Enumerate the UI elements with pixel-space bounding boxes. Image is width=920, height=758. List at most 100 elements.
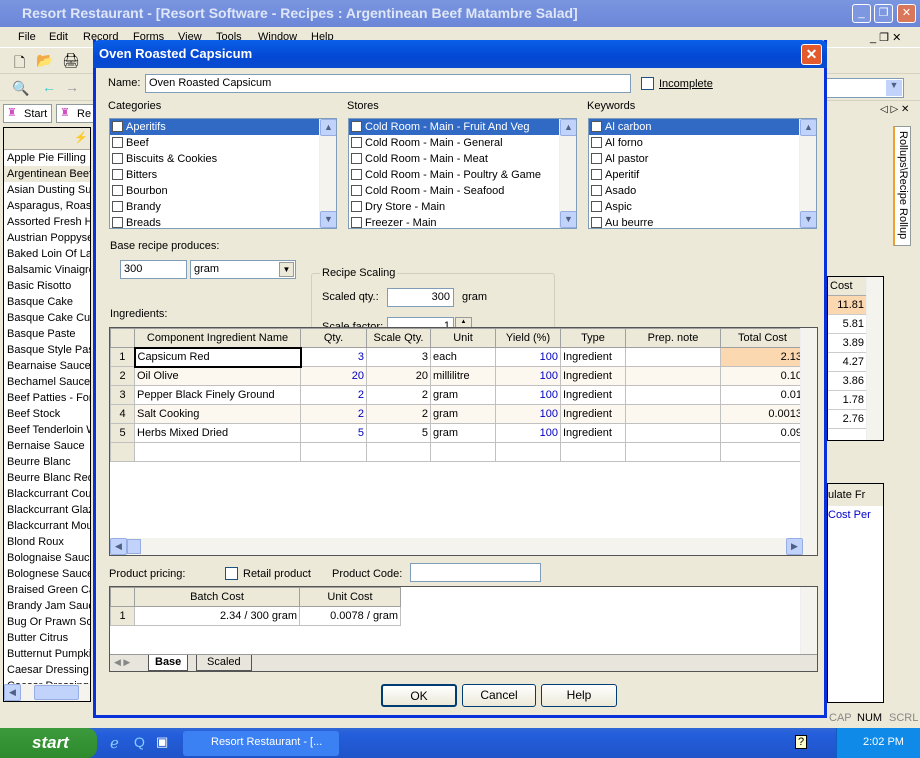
pricing-cell[interactable]: 0.0078 / gram: [299, 606, 401, 626]
ingredient-cell[interactable]: [560, 442, 626, 462]
print-icon[interactable]: 🖨: [62, 52, 80, 69]
recipe-list-item[interactable]: Argentinean Beef: [4, 166, 90, 182]
recipe-list-item[interactable]: Basque Cake Cus: [4, 310, 90, 326]
checkbox[interactable]: [351, 153, 362, 164]
scroll-down-button[interactable]: ▼: [800, 211, 816, 228]
ingredient-cell[interactable]: 100: [495, 347, 561, 367]
scroll-left-button[interactable]: ◀: [110, 538, 127, 555]
ingredient-cell[interactable]: 2: [300, 404, 367, 424]
scroll-thumb[interactable]: [127, 539, 141, 554]
rollup-scrollbar[interactable]: [866, 277, 883, 440]
pricing-cell[interactable]: 2.34 / 300 gram: [134, 606, 300, 626]
cost-per-link[interactable]: Cost Per: [828, 506, 883, 521]
ingredient-cell[interactable]: 2: [366, 404, 431, 424]
stores-scrollbar[interactable]: ▲ ▼: [559, 119, 576, 228]
recipe-list-item[interactable]: Beurre Blanc: [4, 454, 90, 470]
keywords-item[interactable]: Al carbon: [589, 119, 816, 135]
column-header[interactable]: Yield (%): [495, 328, 561, 348]
recipe-list-item[interactable]: Bolognese Sauce: [4, 566, 90, 582]
stores-list[interactable]: Cold Room - Main - Fruit And Veg Cold Roo…: [348, 118, 577, 229]
ingredient-cell[interactable]: 5: [366, 423, 431, 443]
recipe-list-item[interactable]: Caesar Dressing: [4, 662, 90, 678]
scroll-up-button[interactable]: ▲: [800, 119, 816, 136]
checkbox[interactable]: [591, 201, 602, 212]
ingredient-cell[interactable]: [625, 442, 721, 462]
dialog-close-button[interactable]: ✕: [801, 44, 822, 65]
categories-item[interactable]: Bitters: [110, 167, 336, 183]
product-code-input[interactable]: [410, 563, 541, 582]
stores-item[interactable]: Cold Room - Main - Fruit And Veg: [349, 119, 576, 135]
ingredient-cell[interactable]: 2: [300, 385, 367, 405]
column-header[interactable]: Scale Qty.: [366, 328, 431, 348]
ingredient-cell[interactable]: 2: [366, 385, 431, 405]
recipe-list-item[interactable]: Basque Cake: [4, 294, 90, 310]
pricing-vscroll[interactable]: [800, 587, 817, 655]
mdi-controls[interactable]: _ ❐ ✕: [870, 31, 901, 44]
stores-item[interactable]: Freezer - Main: [349, 215, 576, 228]
ingredient-cell[interactable]: 5: [300, 423, 367, 443]
ingredient-cell[interactable]: 20: [366, 366, 431, 386]
recipe-list-item[interactable]: Beef Patties - For: [4, 390, 90, 406]
new-icon[interactable]: 🗋: [14, 52, 25, 76]
recipe-list-item[interactable]: Braised Green Cab: [4, 582, 90, 598]
ingredient-cell[interactable]: millilitre: [430, 366, 496, 386]
column-header[interactable]: Qty.: [300, 328, 367, 348]
dock-tab-rollup[interactable]: Rollups\Recipe Rollup: [893, 126, 911, 246]
recipe-list-item[interactable]: Blond Roux: [4, 534, 90, 550]
ingredient-cell[interactable]: 100: [495, 366, 561, 386]
ingredient-cell[interactable]: Capsicum Red: [133, 346, 302, 368]
recipe-list-item[interactable]: Butter Citrus: [4, 630, 90, 646]
ingredient-row[interactable]: 4 Salt Cooking 2 2 gram 100 Ingredient 0.0013: [110, 404, 805, 424]
tab-start[interactable]: ♜ Start: [3, 104, 53, 123]
column-header[interactable]: Unit: [430, 328, 496, 348]
ingredient-cell[interactable]: [625, 347, 721, 367]
ingredient-cell[interactable]: [625, 404, 721, 424]
stores-item[interactable]: Cold Room - Main - General: [349, 135, 576, 151]
column-header[interactable]: Prep. note: [625, 328, 721, 348]
help-tray-icon[interactable]: ?: [795, 735, 808, 749]
keywords-item[interactable]: Aspic: [589, 199, 816, 215]
cancel-button[interactable]: Cancel: [462, 684, 536, 707]
categories-item[interactable]: Biscuits & Cookies: [110, 151, 336, 167]
ingredient-cell[interactable]: [300, 442, 367, 462]
recipe-list-item[interactable]: Butternut Pumpkin: [4, 646, 90, 662]
column-header[interactable]: Total Cost: [720, 328, 805, 348]
ingredient-cell[interactable]: [720, 442, 805, 462]
categories-item[interactable]: Brandy: [110, 199, 336, 215]
recipe-list-item[interactable]: Bechamel Sauce: [4, 374, 90, 390]
pricing-grid[interactable]: Batch Cost Unit Cost 1 2.34 / 300 gram 0.007…: [109, 586, 818, 672]
ingredient-cell[interactable]: Pepper Black Finely Ground: [134, 385, 301, 405]
scroll-down-button[interactable]: ▼: [560, 211, 576, 228]
checkbox[interactable]: [112, 137, 123, 148]
ingredient-cell[interactable]: Ingredient: [560, 385, 626, 405]
checkbox[interactable]: [591, 137, 602, 148]
stores-item[interactable]: Cold Room - Main - Poultry & Game: [349, 167, 576, 183]
checkbox[interactable]: [351, 137, 362, 148]
search-icon[interactable]: Q: [134, 734, 145, 750]
ingredients-vscroll[interactable]: [800, 328, 817, 539]
recipe-list-item[interactable]: Beef Stock: [4, 406, 90, 422]
ingredient-cell[interactable]: 20: [300, 366, 367, 386]
checkbox[interactable]: [112, 185, 123, 196]
checkbox[interactable]: [351, 217, 362, 228]
scroll-right-button[interactable]: ▶: [786, 538, 803, 555]
start-button[interactable]: start: [0, 728, 97, 758]
ingredient-cell[interactable]: Salt Cooking: [134, 404, 301, 424]
filter-icon[interactable]: ⚡: [74, 131, 88, 144]
recipe-list-item[interactable]: Bolognaise Sauce: [4, 550, 90, 566]
checkbox[interactable]: [591, 121, 602, 132]
ingredient-cell[interactable]: [366, 442, 431, 462]
recipe-list-item[interactable]: Beef Tenderloin W: [4, 422, 90, 438]
checkbox[interactable]: [112, 121, 123, 132]
ingredient-cell[interactable]: 3: [366, 347, 431, 367]
checkbox[interactable]: [112, 217, 123, 228]
checkbox[interactable]: [351, 169, 362, 180]
ingredient-cell[interactable]: 0.09: [720, 423, 805, 443]
scaled-qty-input[interactable]: 300: [387, 288, 454, 307]
pricing-row[interactable]: 1 2.34 / 300 gram 0.0078 / gram: [110, 606, 401, 626]
checkbox[interactable]: [351, 121, 362, 132]
keywords-item[interactable]: Al forno: [589, 135, 816, 151]
ingredient-cell[interactable]: [430, 442, 496, 462]
categories-scrollbar[interactable]: ▲ ▼: [319, 119, 336, 228]
ingredient-row[interactable]: 5 Herbs Mixed Dried 5 5 gram 100 Ingredient 0.0…: [110, 423, 805, 443]
